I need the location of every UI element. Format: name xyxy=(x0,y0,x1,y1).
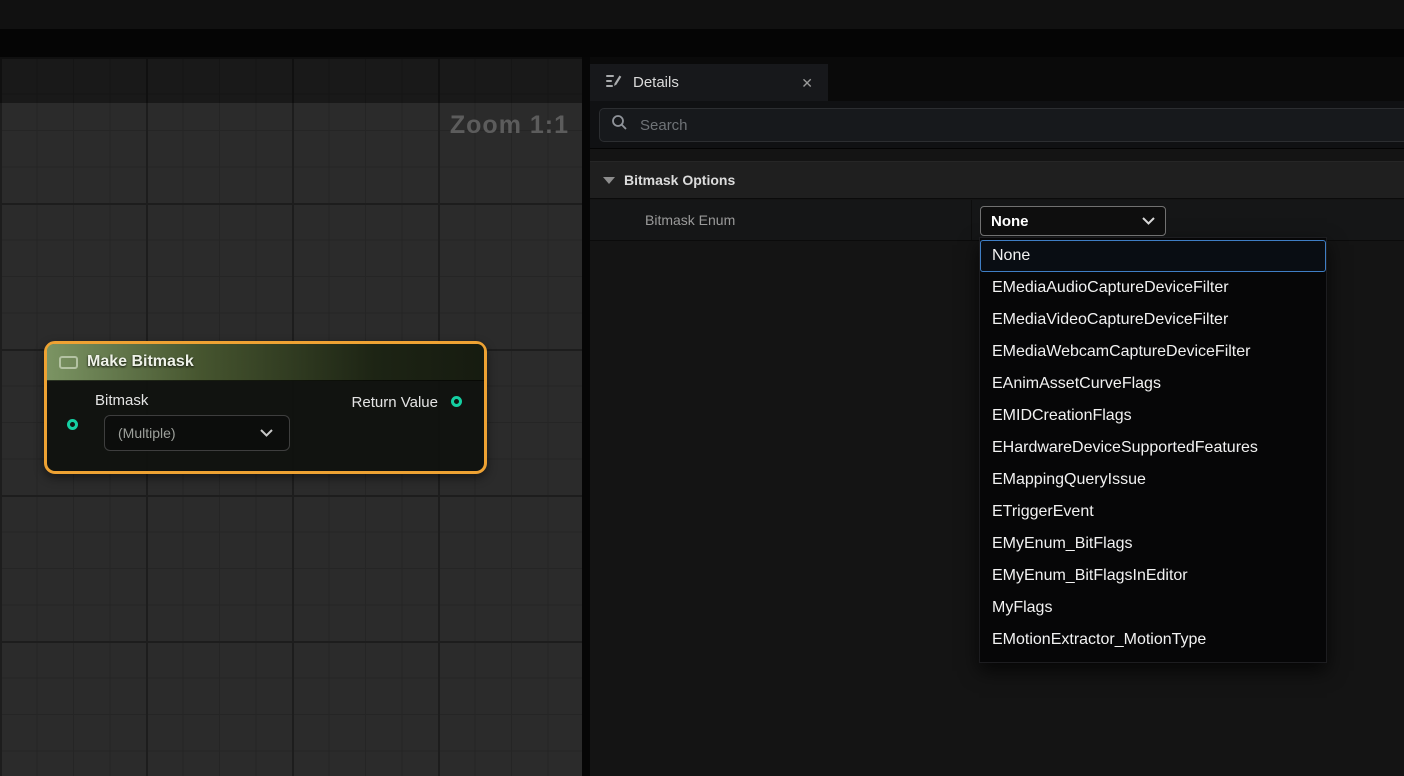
enum-option[interactable]: EMyEnum_BitFlagsInEditor xyxy=(980,560,1326,592)
chevron-down-icon xyxy=(260,429,273,437)
bitmask-enum-combobox[interactable]: None xyxy=(980,206,1166,236)
enum-dropdown-list: NoneEMediaAudioCaptureDeviceFilterEMedia… xyxy=(979,237,1327,663)
return-value-output-pin[interactable] xyxy=(451,396,462,407)
function-node-icon xyxy=(59,356,78,369)
details-tab-bar: Details ✕ xyxy=(590,57,1404,101)
category-header-bitmask-options[interactable]: Bitmask Options xyxy=(590,161,1404,199)
search-strip xyxy=(590,101,1404,149)
node-title: Make Bitmask xyxy=(87,353,194,371)
details-panel-icon xyxy=(605,72,622,94)
graph-toolbar-shade xyxy=(0,57,582,103)
node-header: Make Bitmask xyxy=(47,344,484,381)
blueprint-graph-canvas[interactable]: Zoom 1:1 Make Bitmask Bitmask (Multiple)… xyxy=(0,57,582,776)
node-body: Bitmask (Multiple) Return Value xyxy=(47,381,484,471)
zoom-level-indicator: Zoom 1:1 xyxy=(450,111,569,140)
chevron-down-icon xyxy=(1142,217,1155,225)
enum-option[interactable]: EMediaAudioCaptureDeviceFilter xyxy=(980,272,1326,304)
search-bar[interactable] xyxy=(599,108,1404,142)
combobox-value: None xyxy=(991,213,1029,230)
enum-option[interactable]: EMyEnum_BitFlags xyxy=(980,528,1326,560)
enum-option[interactable]: EMediaWebcamCaptureDeviceFilter xyxy=(980,336,1326,368)
enum-option[interactable]: EAnimAssetCurveFlags xyxy=(980,368,1326,400)
property-label: Bitmask Enum xyxy=(645,212,735,228)
enum-option[interactable]: EHardwareDeviceSupportedFeatures xyxy=(980,432,1326,464)
category-label: Bitmask Options xyxy=(624,172,735,188)
enum-option[interactable]: None xyxy=(980,240,1326,272)
details-tab[interactable]: Details ✕ xyxy=(590,64,828,101)
column-splitter[interactable] xyxy=(971,200,972,240)
search-input[interactable] xyxy=(638,116,1396,135)
window-top-bar xyxy=(0,0,1404,29)
return-value-pin-label: Return Value xyxy=(352,394,438,411)
enum-option[interactable]: EMappingQueryIssue xyxy=(980,464,1326,496)
enum-option[interactable]: ETriggerEvent xyxy=(980,496,1326,528)
bitmask-pin-label: Bitmask xyxy=(95,392,148,409)
menu-bar-area xyxy=(0,29,1404,57)
make-bitmask-node[interactable]: Make Bitmask Bitmask (Multiple) Return V… xyxy=(44,341,487,474)
close-icon[interactable]: ✕ xyxy=(801,76,813,90)
details-tab-label: Details xyxy=(633,74,790,91)
details-panel: Details ✕ Bitmask Options Bitmask Enum N… xyxy=(590,57,1404,776)
bitmask-value-dropdown[interactable]: (Multiple) xyxy=(104,415,290,451)
bitmask-value-text: (Multiple) xyxy=(118,425,176,441)
enum-option[interactable]: MyFlags xyxy=(980,592,1326,624)
enum-option[interactable]: EMIDCreationFlags xyxy=(980,400,1326,432)
enum-option[interactable]: EMotionExtractor_MotionType xyxy=(980,624,1326,656)
enum-option[interactable]: EMediaVideoCaptureDeviceFilter xyxy=(980,304,1326,336)
search-icon xyxy=(611,114,628,136)
collapse-arrow-icon[interactable] xyxy=(603,177,615,184)
bitmask-input-pin[interactable] xyxy=(67,419,78,430)
